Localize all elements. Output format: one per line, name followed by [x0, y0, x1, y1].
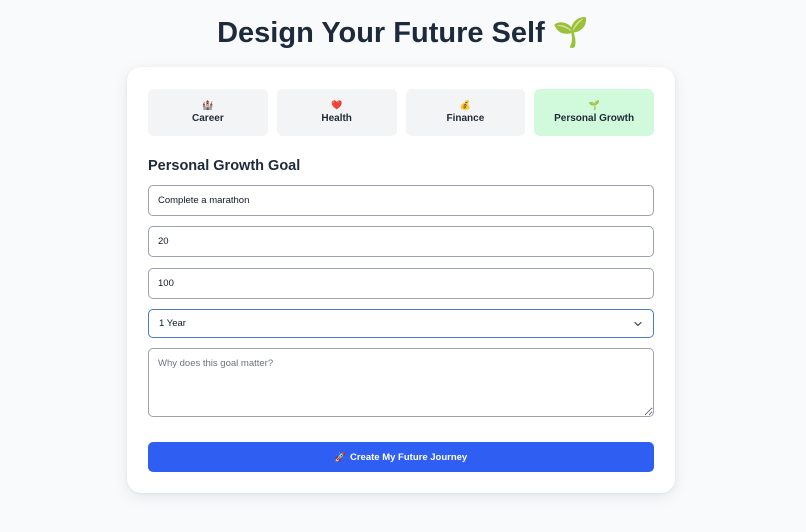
- create-journey-button[interactable]: 🚀 Create My Future Journey: [148, 442, 654, 472]
- page-title: Design Your Future Self 🌱: [0, 14, 806, 52]
- tab-label: Finance: [446, 113, 485, 124]
- category-tabs: 🏰 Career ❤️ Health 💰 Finance 🌱 Personal …: [148, 89, 654, 136]
- castle-icon: 🏰: [202, 100, 214, 110]
- current-value-input[interactable]: [148, 226, 654, 257]
- tab-finance[interactable]: 💰 Finance: [405, 89, 526, 136]
- seedling-icon: 🌱: [588, 100, 600, 110]
- tab-personal-growth[interactable]: 🌱 Personal Growth: [534, 89, 654, 136]
- tab-career[interactable]: 🏰 Career: [148, 89, 268, 136]
- target-value-input[interactable]: [148, 268, 654, 299]
- tab-label: Personal Growth: [554, 113, 635, 124]
- seedling-icon: 🌱: [552, 17, 589, 49]
- heart-icon: ❤️: [331, 100, 343, 110]
- rocket-icon: 🚀: [334, 451, 346, 462]
- chevron-down-icon: [633, 319, 643, 329]
- goal-card: 🏰 Career ❤️ Health 💰 Finance 🌱 Personal …: [127, 67, 675, 493]
- page-title-text: Design Your Future Self: [217, 17, 545, 49]
- tab-label: Career: [192, 113, 224, 124]
- timeframe-select[interactable]: 1 Year: [148, 309, 654, 338]
- section-title: Personal Growth Goal: [148, 158, 301, 174]
- timeframe-selected-value: 1 Year: [159, 318, 186, 329]
- tab-label: Health: [321, 113, 352, 124]
- create-journey-button-label: Create My Future Journey: [350, 451, 468, 463]
- tab-health[interactable]: ❤️ Health: [276, 89, 397, 136]
- reason-textarea[interactable]: [148, 348, 654, 417]
- goal-input[interactable]: [148, 185, 654, 216]
- money-bag-icon: 💰: [459, 100, 471, 110]
